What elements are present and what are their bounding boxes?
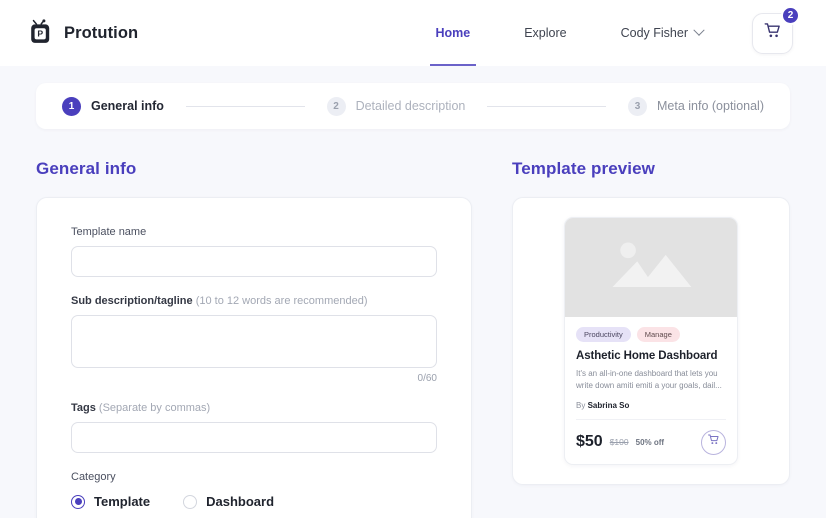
product-body: Productivity Manage Asthetic Home Dashbo… [565, 317, 737, 464]
sub-description-label: Sub description/tagline (10 to 12 words … [71, 295, 437, 307]
nav-item-user-menu[interactable]: Cody Fisher [594, 0, 730, 66]
sub-description-counter: 0/60 [71, 373, 437, 384]
radio-template-indicator [71, 495, 85, 509]
product-title: Asthetic Home Dashboard [576, 350, 726, 362]
product-chips: Productivity Manage [576, 327, 726, 342]
radio-dashboard-label: Dashboard [206, 494, 274, 509]
product-chip-productivity[interactable]: Productivity [576, 327, 631, 342]
product-price-original: $100 [610, 437, 629, 447]
wizard-stepper: 1 General info 2 Detailed description 3 … [36, 83, 790, 129]
product-card[interactable]: Productivity Manage Asthetic Home Dashbo… [564, 217, 738, 465]
step-meta-info[interactable]: 3 Meta info (optional) [628, 97, 764, 116]
tags-label-strong: Tags [71, 402, 96, 414]
tags-label: Tags (Separate by commas) [71, 402, 437, 414]
sub-description-label-hint: (10 to 12 words are recommended) [196, 295, 368, 307]
field-tags: Tags (Separate by commas) [71, 402, 437, 453]
cart-badge-count: 2 [781, 6, 800, 25]
shopping-cart-icon [763, 21, 782, 45]
step-general-info[interactable]: 1 General info [62, 97, 164, 116]
product-author-prefix: By [576, 401, 585, 410]
user-name-label: Cody Fisher [621, 26, 688, 40]
brand-name: Protution [64, 24, 138, 43]
product-image [565, 218, 737, 317]
field-category: Category Template Dashboard [71, 471, 437, 509]
product-price-current: $50 [576, 433, 603, 451]
sub-description-textarea[interactable] [71, 315, 437, 368]
product-author: By Sabrina So [576, 401, 726, 410]
general-info-column: General info Template name Sub descripti… [36, 159, 472, 518]
nav-item-explore-label: Explore [524, 26, 566, 40]
product-discount-label: 50% off [636, 438, 664, 447]
step-detailed-description[interactable]: 2 Detailed description [327, 97, 466, 116]
brand[interactable]: P Protution [28, 19, 138, 47]
tags-input[interactable] [71, 422, 437, 453]
step-3-number: 3 [628, 97, 647, 116]
step-2-number: 2 [327, 97, 346, 116]
template-name-label: Template name [71, 226, 437, 238]
main-columns: General info Template name Sub descripti… [36, 159, 790, 518]
tv-box-p-logo-icon: P [28, 19, 54, 47]
step-connector-2 [487, 106, 606, 107]
nav-item-explore[interactable]: Explore [497, 0, 593, 66]
field-template-name: Template name [71, 226, 437, 277]
page-content: 1 General info 2 Detailed description 3 … [0, 83, 826, 518]
step-1-label: General info [91, 99, 164, 113]
step-3-label: Meta info (optional) [657, 99, 764, 113]
category-radio-group: Template Dashboard [71, 494, 437, 509]
chevron-down-icon [693, 25, 704, 36]
template-name-input[interactable] [71, 246, 437, 277]
template-preview-heading: Template preview [512, 159, 790, 179]
nav-item-home[interactable]: Home [408, 0, 497, 66]
step-2-label: Detailed description [356, 99, 466, 113]
radio-dashboard-indicator [183, 495, 197, 509]
step-connector-1 [186, 106, 305, 107]
nav-item-home-label: Home [435, 26, 470, 40]
step-1-number: 1 [62, 97, 81, 116]
category-label: Category [71, 471, 437, 483]
product-chip-manage[interactable]: Manage [637, 327, 680, 342]
radio-option-dashboard[interactable]: Dashboard [183, 494, 274, 509]
template-preview-panel: Productivity Manage Asthetic Home Dashbo… [512, 197, 790, 485]
general-info-heading: General info [36, 159, 472, 179]
product-price-row: $50 $100 50% off [576, 419, 726, 455]
shopping-cart-icon [707, 433, 720, 451]
image-placeholder-icon [596, 230, 706, 305]
svg-text:P: P [37, 29, 43, 39]
product-description: It's an all-in-one dashboard that lets y… [576, 368, 726, 393]
sub-description-label-strong: Sub description/tagline [71, 295, 193, 307]
app-header: P Protution Home Explore Cody Fisher 2 [0, 0, 826, 66]
field-sub-description: Sub description/tagline (10 to 12 words … [71, 295, 437, 384]
general-info-form: Template name Sub description/tagline (1… [36, 197, 472, 518]
main-nav: Home Explore Cody Fisher 2 [408, 0, 793, 66]
radio-template-label: Template [94, 494, 150, 509]
tags-label-hint: (Separate by commas) [99, 402, 210, 414]
product-author-name: Sabrina So [588, 401, 630, 410]
cart-button[interactable]: 2 [752, 13, 793, 54]
template-preview-column: Template preview [512, 159, 790, 518]
product-add-to-cart-button[interactable] [701, 430, 726, 455]
radio-option-template[interactable]: Template [71, 494, 150, 509]
